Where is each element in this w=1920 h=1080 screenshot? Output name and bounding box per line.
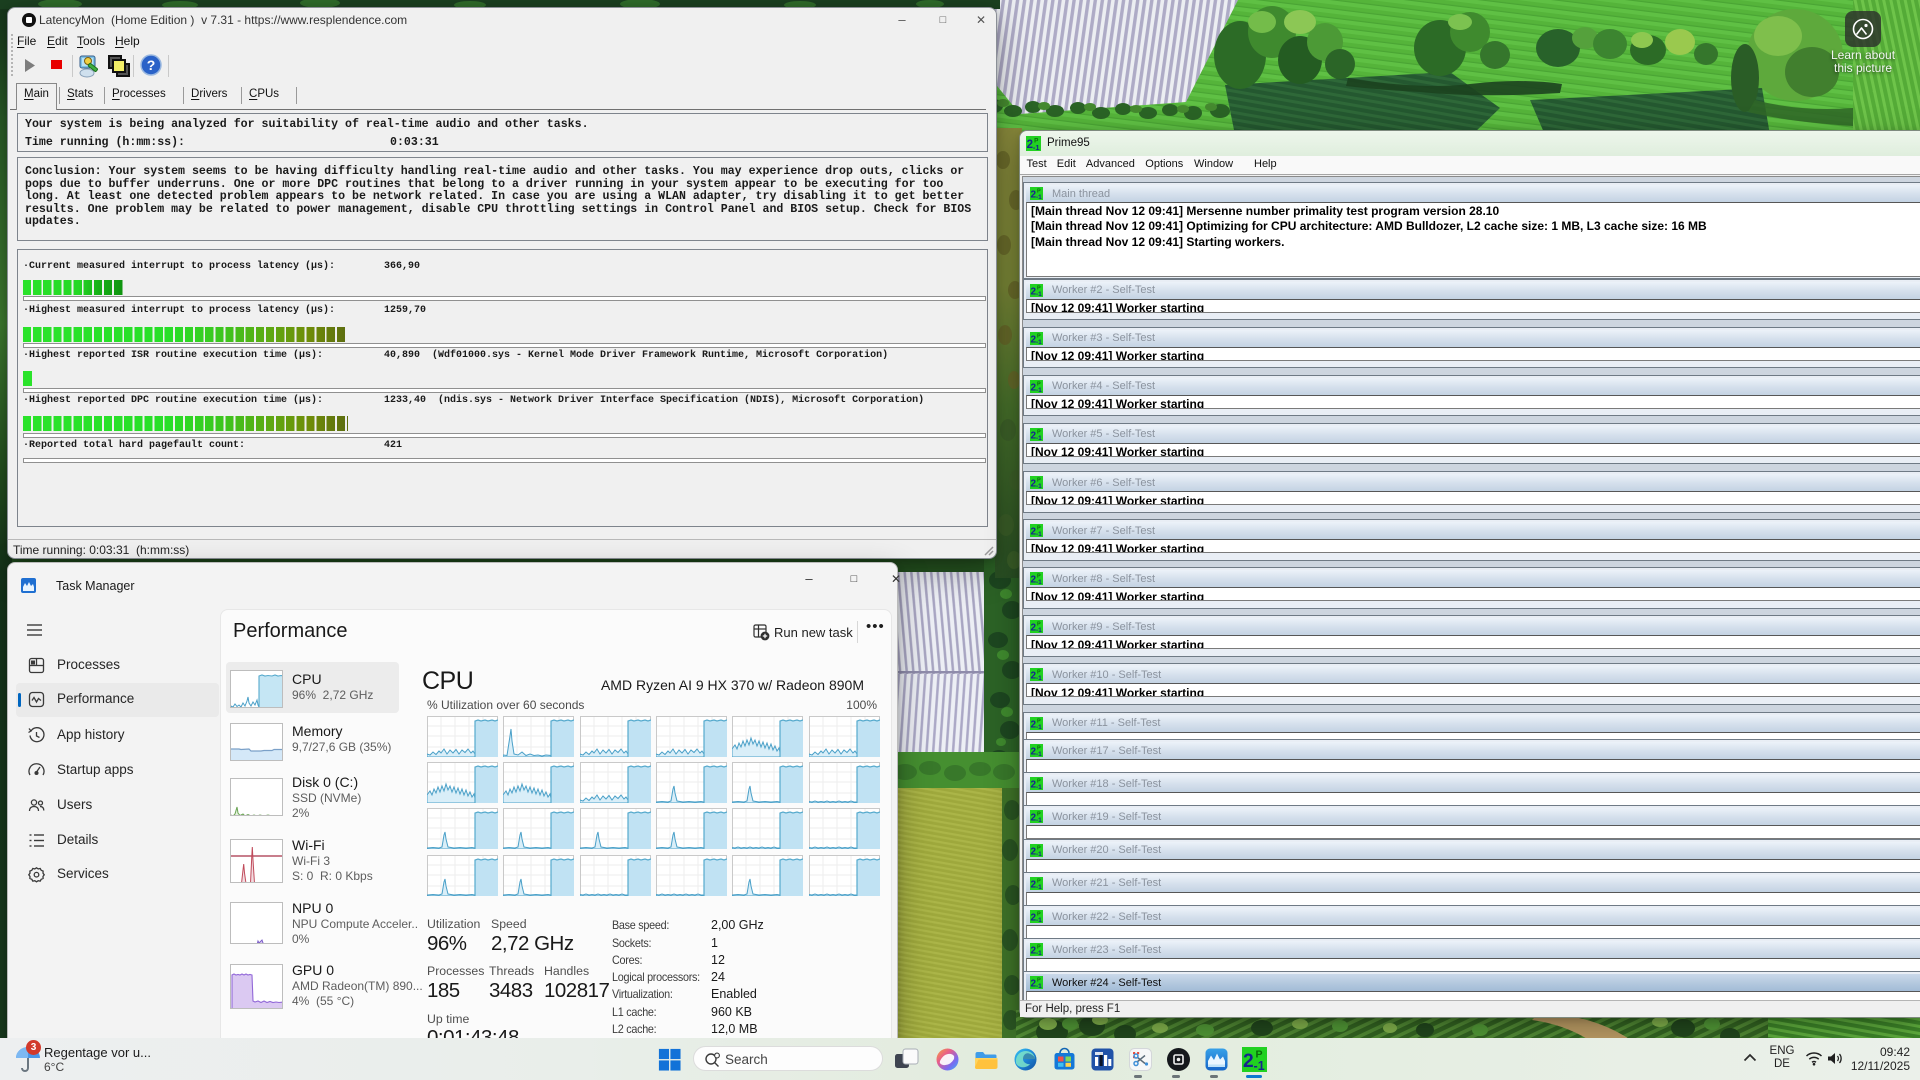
svg-text:-1: -1 (1036, 435, 1042, 441)
svg-text:-1: -1 (1036, 194, 1042, 200)
svg-text:-1: -1 (1254, 1059, 1265, 1072)
svg-text:-1: -1 (1036, 917, 1042, 923)
svg-text:-1: -1 (1033, 143, 1040, 151)
svg-text:-1: -1 (1036, 627, 1042, 633)
svg-text:-1: -1 (1036, 724, 1042, 730)
svg-text:-1: -1 (1036, 675, 1042, 681)
svg-text:-1: -1 (1036, 531, 1042, 537)
svg-text:?: ? (147, 57, 156, 73)
svg-text:-1: -1 (1036, 579, 1042, 585)
svg-text:-1: -1 (1036, 983, 1042, 989)
svg-text:2: 2 (1243, 1051, 1254, 1072)
svg-text:-1: -1 (1036, 291, 1042, 297)
svg-text:-1: -1 (1036, 483, 1042, 489)
svg-text:-1: -1 (1036, 751, 1042, 757)
svg-text:-1: -1 (1036, 784, 1042, 790)
svg-text:-1: -1 (1036, 950, 1042, 956)
svg-text:-1: -1 (1036, 884, 1042, 890)
svg-text:-1: -1 (1036, 851, 1042, 857)
svg-text:-1: -1 (1036, 339, 1042, 345)
svg-text:-1: -1 (1036, 387, 1042, 393)
svg-text:-1: -1 (1036, 817, 1042, 823)
